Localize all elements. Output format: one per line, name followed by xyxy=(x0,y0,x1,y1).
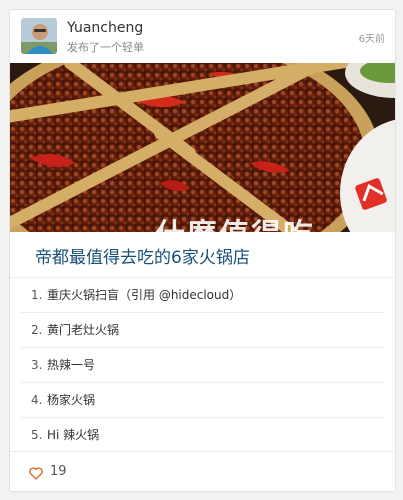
list-item[interactable]: 3. 热辣一号 xyxy=(21,348,384,383)
author-name[interactable]: Yuancheng xyxy=(67,20,143,36)
post-time: 6天前 xyxy=(358,34,385,45)
list-item[interactable]: 1. 重庆火锅扫盲（引用 @hidecloud） xyxy=(21,278,384,313)
list-item-text: 热辣一号 xyxy=(47,358,96,372)
article-title[interactable]: 帝都最值得去吃的6家火锅店 xyxy=(10,232,395,278)
post-card: Yuancheng 发布了一个轻单 6天前 帝都最值得去吃的6家火锅店 1. 重… xyxy=(9,9,396,492)
cover-image[interactable]: 什麼值得吃 xyxy=(10,63,395,232)
like-count: 19 xyxy=(50,464,67,479)
list-item[interactable]: 4. 杨家火锅 xyxy=(21,383,384,418)
list-item-number: 5. xyxy=(31,428,43,442)
post-header: Yuancheng 发布了一个轻单 6天前 xyxy=(10,10,395,63)
list-item-number: 4. xyxy=(31,393,43,407)
heart-icon[interactable] xyxy=(29,465,43,480)
list-item-text: 杨家火锅 xyxy=(47,393,96,407)
restaurant-list: 1. 重庆火锅扫盲（引用 @hidecloud） 2. 黄门老灶火锅 3. 热辣… xyxy=(10,278,395,453)
post-footer: 19 xyxy=(10,451,395,491)
list-item-text: 重庆火锅扫盲（引用 @hidecloud） xyxy=(47,288,242,302)
list-item[interactable]: 5. Hi 辣火锅 xyxy=(21,418,384,453)
list-item-number: 3. xyxy=(31,358,43,372)
list-item[interactable]: 2. 黄门老灶火锅 xyxy=(21,313,384,348)
list-item-number: 2. xyxy=(31,323,43,337)
list-item-number: 1. xyxy=(31,288,43,302)
post-action-text: 发布了一个轻单 xyxy=(67,41,144,54)
cover-caption: 什麼值得吃 xyxy=(155,210,315,232)
list-item-text: Hi 辣火锅 xyxy=(47,428,100,442)
list-item-text: 黄门老灶火锅 xyxy=(47,323,120,337)
avatar[interactable] xyxy=(21,18,57,54)
